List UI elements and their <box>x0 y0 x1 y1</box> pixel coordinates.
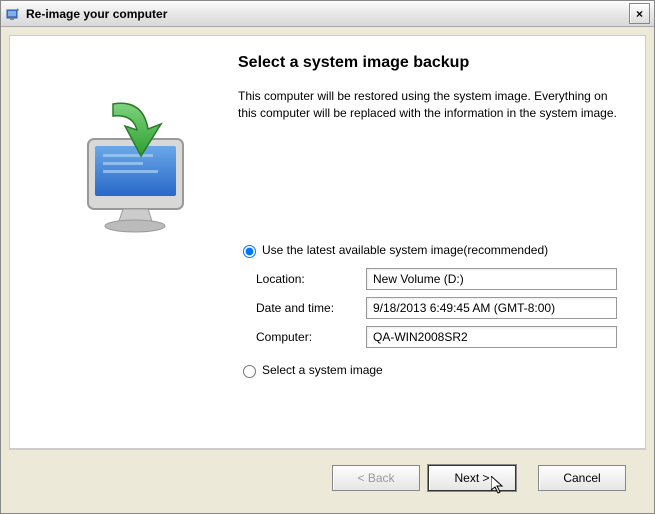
row-computer: Computer: QA-WIN2008SR2 <box>256 326 617 348</box>
close-button[interactable]: × <box>629 3 650 24</box>
location-label: Location: <box>256 272 366 286</box>
wizard-button-bar: < Back Next > Cancel <box>9 449 646 505</box>
reimage-wizard-window: Re-image your computer × <box>0 0 655 514</box>
window-title: Re-image your computer <box>26 7 629 21</box>
wizard-graphic-column <box>28 54 228 430</box>
next-button[interactable]: Next > <box>428 465 516 491</box>
close-icon: × <box>636 7 643 21</box>
location-value: New Volume (D:) <box>366 268 617 290</box>
content-area: Select a system image backup This comput… <box>9 35 646 449</box>
radio-select-image[interactable] <box>243 365 256 378</box>
cursor-icon <box>491 476 509 494</box>
page-description: This computer will be restored using the… <box>238 88 617 122</box>
radio-use-latest[interactable] <box>243 245 256 258</box>
computer-label: Computer: <box>256 330 366 344</box>
app-icon <box>5 6 21 22</box>
image-details: Location: New Volume (D:) Date and time:… <box>256 268 617 348</box>
datetime-value: 9/18/2013 6:49:45 AM (GMT-8:00) <box>366 297 617 319</box>
radio-use-latest-label: Use the latest available system image(re… <box>262 243 548 257</box>
page-heading: Select a system image backup <box>238 54 617 72</box>
row-location: Location: New Volume (D:) <box>256 268 617 290</box>
titlebar: Re-image your computer × <box>1 1 654 27</box>
cancel-button[interactable]: Cancel <box>538 465 626 491</box>
radio-select-image-label: Select a system image <box>262 363 383 377</box>
back-button: < Back <box>332 465 420 491</box>
restore-monitor-icon <box>53 84 203 244</box>
wizard-main-column: Select a system image backup This comput… <box>228 54 627 430</box>
option-select-image[interactable]: Select a system image <box>238 362 617 378</box>
row-datetime: Date and time: 9/18/2013 6:49:45 AM (GMT… <box>256 297 617 319</box>
option-use-latest[interactable]: Use the latest available system image(re… <box>238 242 617 258</box>
datetime-label: Date and time: <box>256 301 366 315</box>
computer-value: QA-WIN2008SR2 <box>366 326 617 348</box>
